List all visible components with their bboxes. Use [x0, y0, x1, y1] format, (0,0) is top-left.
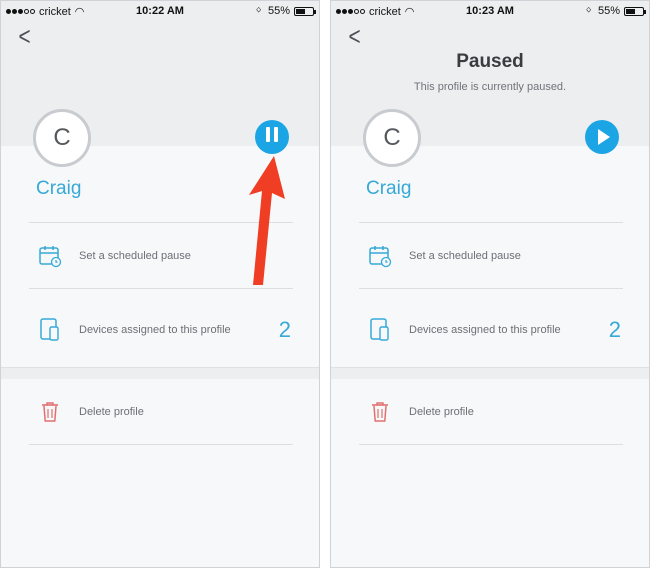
profile-name: Craig — [366, 178, 412, 199]
calendar-clock-icon — [37, 243, 63, 269]
pause-icon — [264, 127, 280, 147]
devices-count: 2 — [608, 317, 621, 342]
devices-count: 2 — [278, 317, 291, 342]
bluetooth-icon: ᛜ — [255, 5, 262, 17]
scheduled-pause-label: Set a scheduled pause — [409, 250, 521, 262]
phone-screen-before: cricket ◠ 10:22 AM ᛜ 55% < C Craig Set a… — [0, 0, 320, 568]
battery-group: ᛜ 55% — [585, 5, 646, 17]
play-icon — [597, 129, 610, 145]
divider — [359, 288, 623, 289]
status-bar: cricket ◠ 10:22 AM ᛜ 55% — [1, 1, 319, 21]
resume-button[interactable] — [585, 120, 619, 154]
section-separator — [1, 367, 319, 379]
divider — [29, 288, 293, 289]
divider — [359, 222, 623, 223]
avatar: C — [33, 109, 91, 167]
pause-button[interactable] — [255, 120, 289, 154]
delete-profile-row[interactable]: Delete profile — [37, 397, 297, 427]
phone-screen-after: cricket ◠ 10:23 AM ᛜ 55% < Paused This p… — [330, 0, 650, 568]
divider — [359, 444, 623, 445]
section-separator — [331, 367, 649, 379]
devices-row[interactable]: Devices assigned to this profile 2 — [367, 315, 627, 345]
red-arrow-annotation — [249, 156, 285, 285]
devices-label: Devices assigned to this profile — [79, 324, 231, 336]
scheduled-pause-label: Set a scheduled pause — [79, 250, 191, 262]
delete-profile-row[interactable]: Delete profile — [367, 397, 627, 427]
delete-profile-label: Delete profile — [79, 406, 144, 418]
trash-icon — [37, 399, 63, 425]
profile-name: Craig — [36, 178, 82, 199]
battery-group: ᛜ 55% — [255, 5, 316, 17]
devices-icon — [37, 317, 63, 343]
scheduled-pause-row[interactable]: Set a scheduled pause — [367, 241, 627, 271]
battery-icon — [294, 6, 316, 16]
devices-row[interactable]: Devices assigned to this profile 2 — [37, 315, 297, 345]
delete-profile-label: Delete profile — [409, 406, 474, 418]
battery-percent: 55% — [267, 5, 290, 17]
devices-icon — [367, 317, 393, 343]
paused-subtitle: This profile is currently paused. — [413, 81, 567, 93]
paused-title: Paused — [456, 51, 524, 72]
battery-percent: 55% — [597, 5, 620, 17]
trash-icon — [367, 399, 393, 425]
devices-label: Devices assigned to this profile — [409, 324, 561, 336]
chevron-left-icon[interactable]: < — [349, 23, 361, 49]
battery-icon — [624, 6, 646, 16]
status-bar: cricket ◠ 10:23 AM ᛜ 55% — [331, 1, 649, 21]
chevron-left-icon[interactable]: < — [19, 23, 31, 49]
avatar: C — [363, 109, 421, 167]
calendar-clock-icon — [367, 243, 393, 269]
bluetooth-icon: ᛜ — [585, 5, 592, 17]
divider — [29, 444, 293, 445]
